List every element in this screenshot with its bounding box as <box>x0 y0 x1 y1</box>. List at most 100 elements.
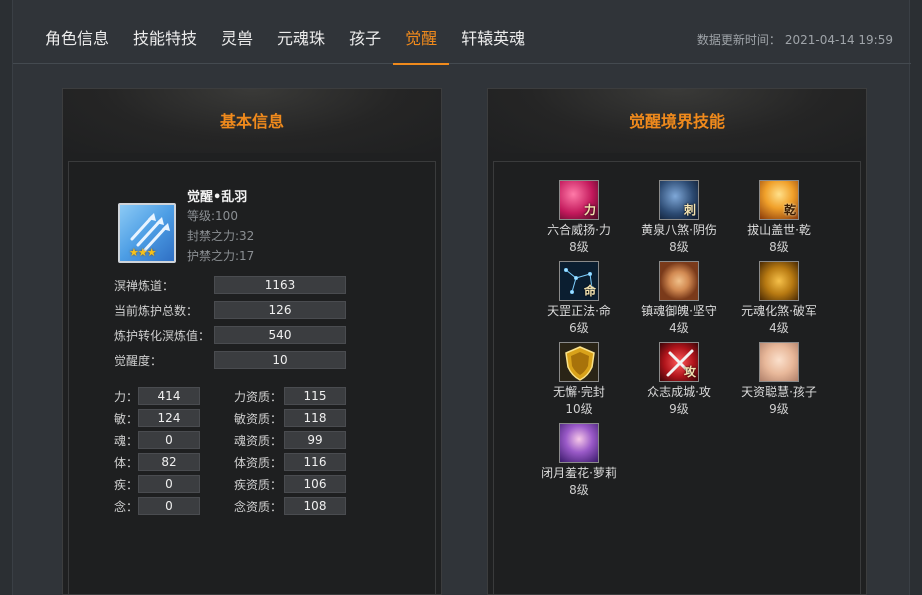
baby-face-icon <box>759 342 799 382</box>
aptitude-value: 106 <box>284 475 346 493</box>
skill-name: 众志成城·攻 <box>647 385 711 399</box>
stat-label: 炼护转化溟炼值： <box>114 329 211 343</box>
demon-mask-icon <box>759 261 799 301</box>
skill-level: 8级 <box>669 240 689 254</box>
attr-value: 0 <box>138 475 200 493</box>
hero-guard-power: 护禁之力:17 <box>187 249 255 263</box>
skill-item[interactable]: 镇魂御魄·坚守 4级 <box>629 261 729 336</box>
skill-level: 4级 <box>669 321 689 335</box>
stat-label: 觉醒度： <box>114 354 163 368</box>
stat-value: 10 <box>214 351 346 369</box>
skill-level: 6级 <box>569 321 589 335</box>
triple-arrow-icon: ★★★ <box>118 203 176 263</box>
tab-spirit-beast[interactable]: 灵兽 <box>209 0 265 64</box>
aptitude-value: 108 <box>284 497 346 515</box>
skill-name: 无懈·完封 <box>553 385 605 399</box>
skill-name: 天罡正法·命 <box>547 304 611 318</box>
attr-value: 124 <box>138 409 200 427</box>
attr-label: 体： <box>114 456 139 470</box>
power-icon: 力 <box>559 180 599 220</box>
skill-level: 8级 <box>769 240 789 254</box>
skill-item[interactable]: 命 天罡正法·命 6级 <box>529 261 629 336</box>
stat-value: 126 <box>214 301 346 319</box>
app-frame: 角色信息 技能特技 灵兽 元魂珠 孩子 觉醒 轩辕英魂 数据更新时间： 2021-… <box>12 0 911 595</box>
aptitude-label: 念资质： <box>234 500 283 514</box>
skill-glyph: 攻 <box>683 365 696 379</box>
tab-children[interactable]: 孩子 <box>337 0 393 64</box>
skill-glyph: 力 <box>583 203 596 217</box>
skill-item[interactable]: 元魂化煞·破军 4级 <box>729 261 829 336</box>
awakening-skills-title: 觉醒境界技能 <box>628 112 725 131</box>
stat-value: 540 <box>214 326 346 344</box>
loli-portrait-icon <box>559 423 599 463</box>
basic-info-title: 基本信息 <box>219 112 284 131</box>
skill-item[interactable]: 无懈·完封 10级 <box>529 342 629 417</box>
aptitude-value: 115 <box>284 387 346 405</box>
hero-seal-power: 封禁之力:32 <box>187 229 255 243</box>
qian-flame-icon: 乾 <box>759 180 799 220</box>
star-rating-icon: ★★★ <box>129 246 157 259</box>
skill-glyph: 刺 <box>683 203 696 217</box>
skill-level: 8级 <box>569 240 589 254</box>
tab-awakening[interactable]: 觉醒 <box>393 0 450 65</box>
skill-glyph: 命 <box>583 284 596 298</box>
attr-label: 疾： <box>114 478 139 492</box>
skull-stab-icon: 刺 <box>659 180 699 220</box>
stat-row: 溟禅炼道： 1163 <box>114 276 346 294</box>
attr-label: 敏： <box>114 412 139 426</box>
skill-item[interactable]: 乾 拔山盖世·乾 8级 <box>729 180 829 255</box>
tab-xuanyuan-hero[interactable]: 轩辕英魂 <box>449 0 537 64</box>
skill-level: 9级 <box>669 402 689 416</box>
skill-name: 闭月羞花·萝莉 <box>541 466 617 480</box>
stat-label: 当前炼护总数： <box>114 304 199 318</box>
skill-name: 天资聪慧·孩子 <box>741 385 817 399</box>
attr-label: 魂： <box>114 434 139 448</box>
aptitude-label: 疾资质： <box>234 478 283 492</box>
skill-item[interactable]: 攻 众志成城·攻 9级 <box>629 342 729 417</box>
basic-info-panel: 基本信息 ★★★ 觉醒•乱羽 等级:100 封禁之力:32 护禁之力:17 溟禅… <box>62 88 442 595</box>
attr-value: 82 <box>138 453 200 471</box>
stat-value: 1163 <box>214 276 346 294</box>
aptitude-label: 敏资质： <box>234 412 283 426</box>
skill-level: 8级 <box>569 483 589 497</box>
skill-item[interactable]: 闭月羞花·萝莉 8级 <box>529 423 629 498</box>
golden-shield-icon <box>559 342 599 382</box>
tab-soul-pearl[interactable]: 元魂珠 <box>265 0 337 64</box>
basic-info-body: ★★★ 觉醒•乱羽 等级:100 封禁之力:32 护禁之力:17 溟禅炼道： 1… <box>68 161 436 594</box>
attr-label: 念： <box>114 500 139 514</box>
skill-level: 9级 <box>769 402 789 416</box>
skill-item[interactable]: 刺 黄泉八煞·阴伤 8级 <box>629 180 729 255</box>
attr-label: 力： <box>114 390 139 404</box>
aptitude-label: 体资质： <box>234 456 283 470</box>
update-time: 数据更新时间： 2021-04-14 19:59 <box>697 31 893 48</box>
attr-value: 0 <box>138 431 200 449</box>
hero-level: 等级:100 <box>187 209 238 223</box>
skill-glyph: 乾 <box>783 203 796 217</box>
aptitude-label: 力资质： <box>234 390 283 404</box>
stat-label: 溟禅炼道： <box>114 279 175 293</box>
top-nav: 角色信息 技能特技 灵兽 元魂珠 孩子 觉醒 轩辕英魂 数据更新时间： 2021-… <box>13 0 911 65</box>
aptitude-value: 99 <box>284 431 346 449</box>
tab-character-info[interactable]: 角色信息 <box>33 0 121 64</box>
skill-name: 元魂化煞·破军 <box>741 304 817 318</box>
crossed-swords-icon: 攻 <box>659 342 699 382</box>
skill-name: 六合威扬·力 <box>547 223 611 237</box>
attr-value: 0 <box>138 497 200 515</box>
panel-header: 基本信息 <box>63 89 441 153</box>
skills-grid: 力 六合威扬·力 8级 刺 黄泉八煞·阴伤 8级 乾 拔山盖世·乾 8级 命 天 <box>493 161 861 594</box>
skill-item[interactable]: 力 六合威扬·力 8级 <box>529 180 629 255</box>
constellation-icon: 命 <box>559 261 599 301</box>
tab-bar: 角色信息 技能特技 灵兽 元魂珠 孩子 觉醒 轩辕英魂 <box>33 0 537 65</box>
portrait-woman-icon <box>659 261 699 301</box>
aptitude-value: 118 <box>284 409 346 427</box>
skill-name: 镇魂御魄·坚守 <box>641 304 717 318</box>
stat-row: 当前炼护总数： 126 <box>114 301 346 319</box>
stat-row: 觉醒度： 10 <box>114 351 346 369</box>
skill-name: 拔山盖世·乾 <box>747 223 811 237</box>
tab-skills[interactable]: 技能特技 <box>121 0 209 64</box>
aptitude-value: 116 <box>284 453 346 471</box>
skill-level: 10级 <box>565 402 593 416</box>
update-time-label: 数据更新时间： <box>696 33 781 47</box>
skill-item[interactable]: 天资聪慧·孩子 9级 <box>729 342 829 417</box>
update-time-value: 2021-04-14 19:59 <box>784 33 893 47</box>
